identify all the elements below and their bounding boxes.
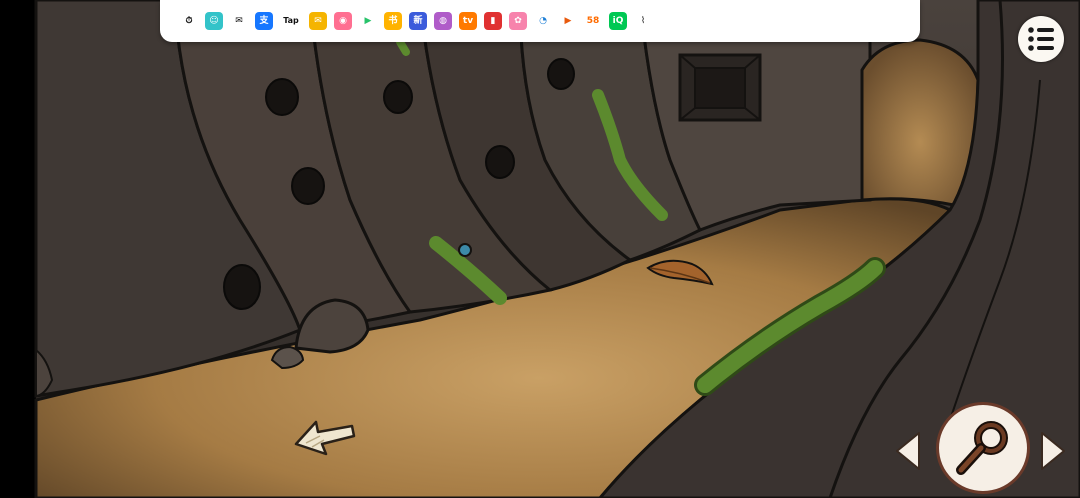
- qq-kids-icon: ☺: [205, 12, 223, 30]
- menu-button[interactable]: [1018, 16, 1064, 62]
- back-arrow-icon[interactable]: [292, 416, 358, 458]
- play-icon: ▶: [359, 12, 377, 30]
- game-screen: ⏱ ☺ ✉ 支 Tap ✉ ◉ ▶ 书新 ◍ tv ▮ ✿ ◔ ▶ 58 iQ ⌇: [0, 0, 1080, 498]
- mail-icon: ✉: [309, 12, 327, 30]
- rock-hole[interactable]: [291, 167, 325, 205]
- browser-app-icon: ◔: [534, 12, 552, 30]
- moss-vine[interactable]: [396, 38, 410, 56]
- magnifier-icon: [956, 421, 1008, 475]
- alipay-icon: 支: [255, 12, 273, 30]
- wechat-icon: ✉: [230, 12, 248, 30]
- rock-hole[interactable]: [223, 264, 261, 310]
- dried-leaf[interactable]: [644, 254, 716, 290]
- stopwatch-icon: ⏱: [180, 12, 198, 30]
- reader-app-icon: 书: [384, 12, 402, 30]
- list-menu-icon: [1028, 27, 1054, 51]
- rock-hole[interactable]: [383, 80, 413, 114]
- avatar-app-icon: ◍: [434, 12, 452, 30]
- gallery-app-icon: ✿: [509, 12, 527, 30]
- status-bar-apps: ⏱ ☺ ✉ 支 Tap ✉ ◉ ▶ 书新 ◍ tv ▮ ✿ ◔ ▶ 58 iQ ⌇: [160, 0, 920, 42]
- magnifier-button[interactable]: [936, 402, 1030, 494]
- cave-scene: [0, 0, 1080, 498]
- triangle-left-icon: [896, 432, 920, 470]
- tv-app-icon: tv: [459, 12, 477, 30]
- signal-icon: ⌇: [634, 12, 652, 30]
- blue-gem[interactable]: [458, 243, 472, 257]
- nav-left-button[interactable]: [893, 430, 923, 472]
- rock-hole[interactable]: [265, 78, 299, 116]
- pink-app-icon: ◉: [334, 12, 352, 30]
- triangle-right-icon: [1041, 432, 1065, 470]
- 58-app-icon: 58: [584, 12, 602, 30]
- nav-right-button[interactable]: [1038, 430, 1068, 472]
- news-app-icon: 新: [409, 12, 427, 30]
- taptap-icon: Tap: [280, 12, 302, 30]
- book-app-icon: ▮: [484, 12, 502, 30]
- video-app-icon: ▶: [559, 12, 577, 30]
- stone-vent[interactable]: [678, 53, 762, 122]
- iqiyi-icon: iQ: [609, 12, 627, 30]
- rock-hole[interactable]: [485, 145, 515, 179]
- rock-hole[interactable]: [547, 58, 575, 90]
